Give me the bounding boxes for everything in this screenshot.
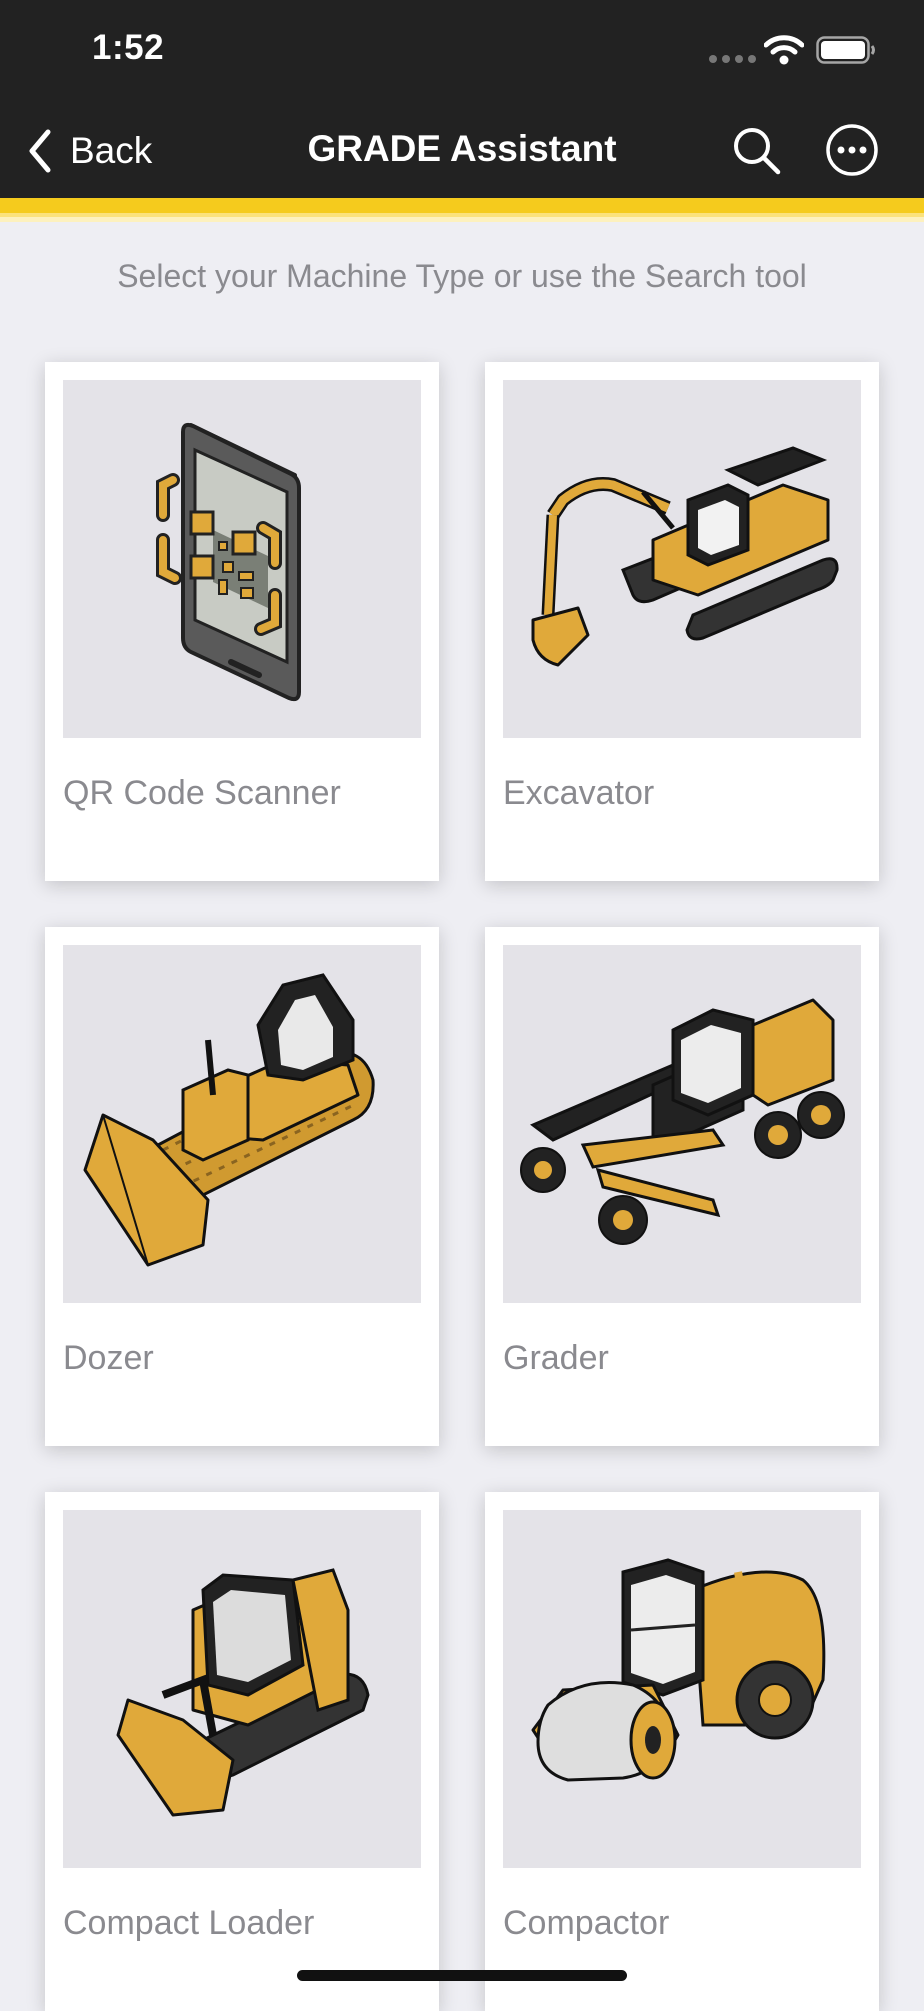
home-indicator[interactable] — [297, 1970, 627, 1981]
card-label: Excavator — [503, 774, 655, 812]
card-image — [503, 1510, 861, 1868]
machine-grid: QR Code Scanner Excavator Dozer Grader C… — [0, 0, 924, 2011]
card-image — [503, 945, 861, 1303]
card-label: Compactor — [503, 1904, 670, 1942]
card-image — [63, 1510, 421, 1868]
grader-icon — [520, 998, 845, 1245]
compactor-icon — [531, 1558, 826, 1782]
card-label: Grader — [503, 1339, 609, 1377]
card-image — [63, 945, 421, 1303]
qr-scanner-icon — [156, 422, 301, 702]
card-label: Compact Loader — [63, 1904, 315, 1942]
machine-card-compact-loader[interactable]: Compact Loader — [45, 1492, 439, 2011]
excavator-icon — [531, 446, 839, 667]
dozer-icon — [83, 973, 375, 1267]
card-image — [63, 380, 421, 738]
machine-card-excavator[interactable]: Excavator — [485, 362, 879, 881]
machine-card-dozer[interactable]: Dozer — [45, 927, 439, 1446]
card-image — [503, 380, 861, 738]
card-label: QR Code Scanner — [63, 774, 341, 812]
machine-card-grader[interactable]: Grader — [485, 927, 879, 1446]
card-label: Dozer — [63, 1339, 154, 1377]
machine-card-qr-code-scanner[interactable]: QR Code Scanner — [45, 362, 439, 881]
compact-loader-icon — [116, 1568, 370, 1817]
machine-card-compactor[interactable]: Compactor — [485, 1492, 879, 2011]
